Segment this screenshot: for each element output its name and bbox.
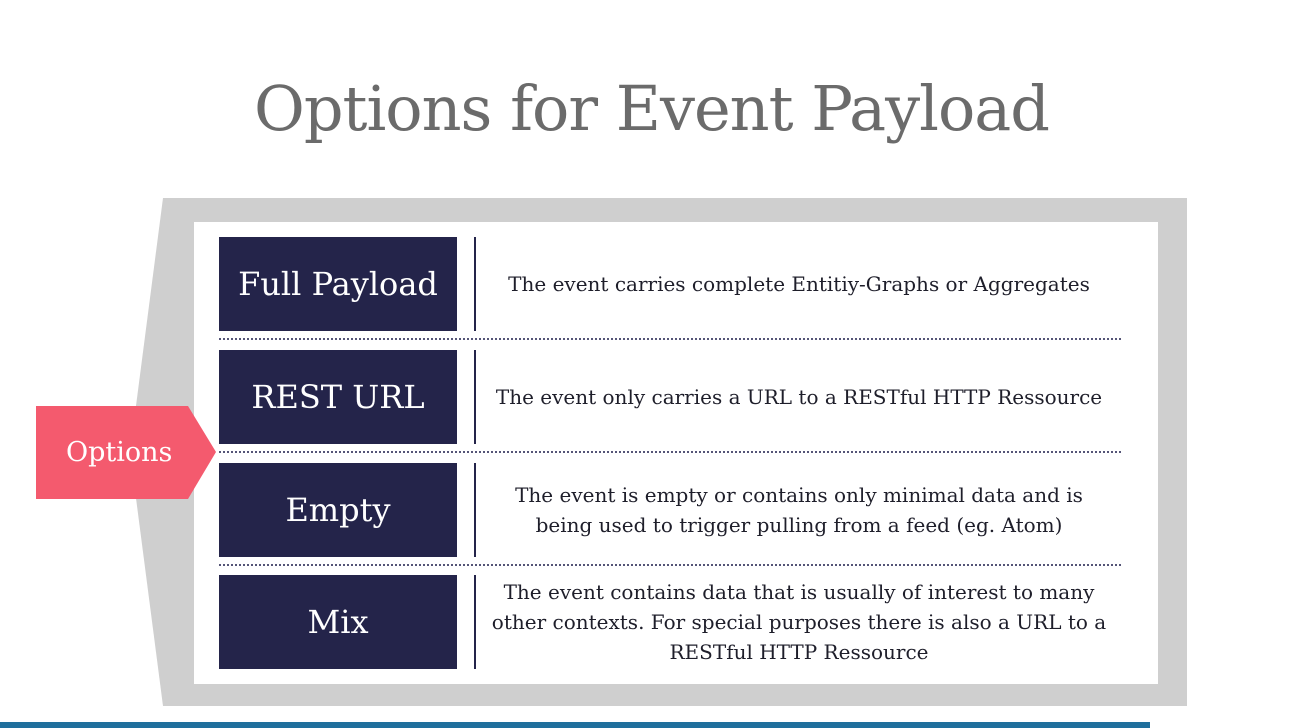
option-row-rest-url: REST URL The event only carries a URL to… xyxy=(194,350,1158,444)
option-description-mix: The event contains data that is usually … xyxy=(491,580,1107,664)
bottom-accent-bar xyxy=(0,722,1150,728)
slide: Options for Event Payload Full Payload T… xyxy=(0,0,1303,728)
option-description-empty: The event is empty or contains only mini… xyxy=(515,483,1083,537)
option-label-empty: Empty xyxy=(219,463,457,557)
row-separator-line xyxy=(474,350,476,444)
options-tag: Options xyxy=(36,406,216,499)
option-label-full-payload: Full Payload xyxy=(219,237,457,331)
option-description-full-payload: The event carries complete Entitiy-Graph… xyxy=(508,272,1090,296)
row-separator-line xyxy=(474,575,476,669)
options-panel: Full Payload The event carries complete … xyxy=(194,222,1158,684)
option-label-rest-url: REST URL xyxy=(219,350,457,444)
dotted-divider xyxy=(219,338,1121,340)
slide-title: Options for Event Payload xyxy=(254,72,1050,145)
dotted-divider xyxy=(219,564,1121,566)
row-separator-line xyxy=(474,463,476,557)
option-label-mix: Mix xyxy=(219,575,457,669)
option-row-empty: Empty The event is empty or contains onl… xyxy=(194,463,1158,557)
option-description-rest-url: The event only carries a URL to a RESTfu… xyxy=(495,385,1103,409)
option-row-full-payload: Full Payload The event carries complete … xyxy=(194,237,1158,331)
row-separator-line xyxy=(474,237,476,331)
dotted-divider xyxy=(219,451,1121,453)
option-row-mix: Mix The event contains data that is usua… xyxy=(194,575,1158,669)
